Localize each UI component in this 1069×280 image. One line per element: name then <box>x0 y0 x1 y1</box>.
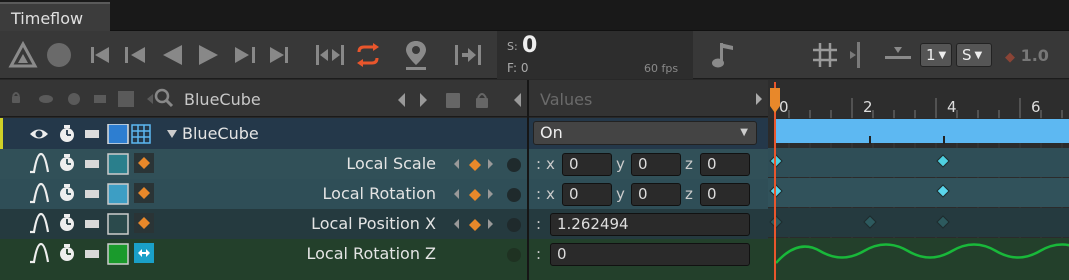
track-label-local-rotation: Local Rotation <box>322 184 436 203</box>
header-title: BlueCube <box>184 90 261 109</box>
frame-time-value: 0 <box>522 33 538 58</box>
axis-label-z: z <box>685 155 693 173</box>
separator-colon: : <box>536 155 542 173</box>
last-frame-icon[interactable] <box>264 31 294 79</box>
separator-colon: : <box>536 245 542 263</box>
tab-timeflow[interactable]: Timeflow <box>0 2 110 31</box>
ruler-tick-2: 2 <box>863 98 873 116</box>
search-icon[interactable] <box>154 88 174 108</box>
first-frame-icon[interactable] <box>86 31 114 79</box>
header-toggle-icons <box>12 91 153 107</box>
weight-readout[interactable]: ◆ 1.0 <box>1005 46 1049 65</box>
mode-dropdown[interactable]: S ▼ <box>956 43 992 67</box>
values-header-label: Values <box>540 90 593 109</box>
diamond-icon: ◆ <box>1005 50 1015 65</box>
axis-label-x: x <box>546 155 555 173</box>
scale-z-field[interactable]: 0 <box>700 153 750 176</box>
fps-readout: 60 fps <box>644 62 679 75</box>
flatten-curve-icon[interactable] <box>880 31 916 79</box>
position-x-field[interactable]: 1.262494 <box>550 213 750 236</box>
frame-value: 0 <box>520 61 529 75</box>
key-nav-icons[interactable] <box>452 155 522 267</box>
mode-value: S <box>962 46 972 64</box>
ruler-tick-6: 6 <box>1031 98 1041 116</box>
rotation-y-field[interactable]: 0 <box>631 183 681 206</box>
snap-edge-icon[interactable] <box>846 31 866 79</box>
frame-number-label: F: 0 <box>507 61 528 75</box>
weight-value: 1.0 <box>1020 46 1049 65</box>
play-backward-icon[interactable] <box>156 31 188 79</box>
scale-y-field[interactable]: 0 <box>631 153 681 176</box>
chevron-down-icon: ▼ <box>938 49 947 61</box>
layer-value: 1 <box>926 46 936 64</box>
next-key-icon[interactable] <box>228 31 260 79</box>
chevron-down-icon: ▼ <box>740 127 748 138</box>
audio-icon[interactable] <box>706 31 742 79</box>
expand-arrow-icon[interactable] <box>166 128 178 140</box>
play-icon[interactable] <box>192 31 224 79</box>
rotation-z-value-field[interactable]: 0 <box>550 243 750 266</box>
timeline-canvas[interactable]: 0 2 4 6 <box>768 80 1069 280</box>
record-icon[interactable] <box>42 31 76 79</box>
separator-colon: : <box>536 185 542 203</box>
frame-label: F: <box>507 61 518 75</box>
ruler-tick-4: 4 <box>947 98 957 116</box>
axis-label-z: z <box>685 185 693 203</box>
axis-label-y: y <box>616 155 625 173</box>
tab-bar <box>0 0 1069 31</box>
object-name: BlueCube <box>182 124 259 143</box>
loop-icon[interactable] <box>350 31 386 79</box>
layer-dropdown[interactable]: 1 ▼ <box>920 43 952 67</box>
scale-x-field[interactable]: 0 <box>562 153 612 176</box>
track-row-icons <box>30 152 154 265</box>
object-clip-bar <box>776 119 1069 143</box>
ruler-tick-0: 0 <box>779 98 789 116</box>
jump-to-end-icon[interactable] <box>450 31 486 79</box>
frame-time-label: S: <box>507 40 518 53</box>
track-label-local-scale: Local Scale <box>346 154 436 173</box>
grid-snap-icon[interactable] <box>808 31 842 79</box>
timeflow-logo-icon[interactable] <box>4 31 42 79</box>
previous-key-icon[interactable] <box>120 31 152 79</box>
separator-colon: : <box>536 215 542 233</box>
object-row-icons <box>30 124 151 144</box>
marker-pin-icon[interactable] <box>398 31 434 79</box>
track-label-local-position-x: Local Position X <box>311 214 436 233</box>
axis-label-x: x <box>546 185 555 203</box>
chevron-right-icon[interactable] <box>754 92 764 106</box>
state-value: On <box>540 123 563 142</box>
axis-label-y: y <box>616 185 625 203</box>
state-dropdown[interactable]: On ▼ <box>533 121 757 145</box>
play-range-icon[interactable] <box>312 31 348 79</box>
header-nav-icons[interactable] <box>396 90 521 110</box>
rotation-z-field[interactable]: 0 <box>700 183 750 206</box>
panel-divider <box>527 80 529 280</box>
track-label-local-rotation-z: Local Rotation Z <box>306 244 436 263</box>
rotation-x-field[interactable]: 0 <box>562 183 612 206</box>
chevron-down-icon: ▼ <box>974 49 983 61</box>
